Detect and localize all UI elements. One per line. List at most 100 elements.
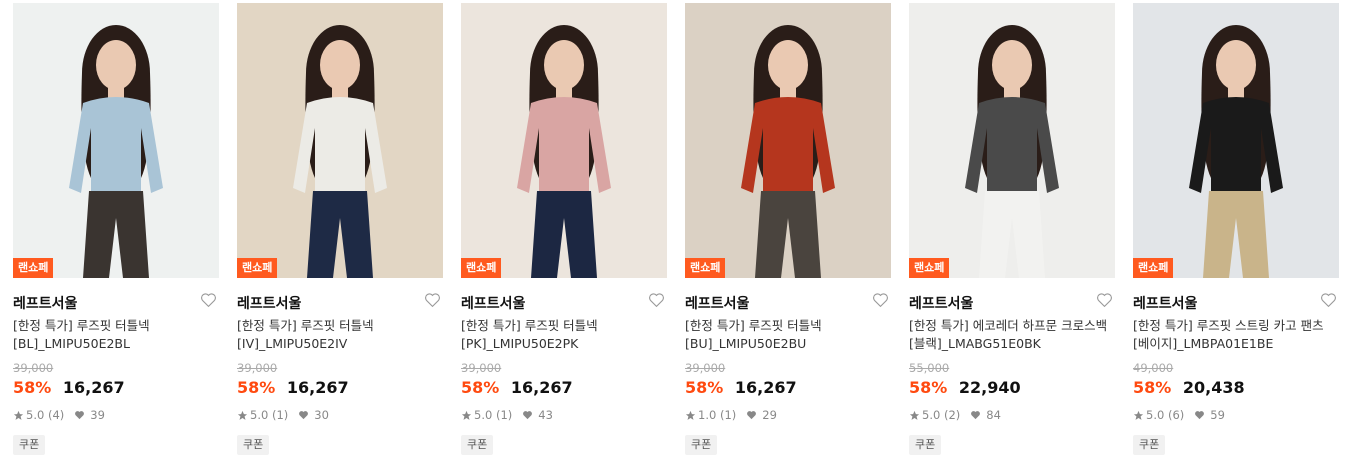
product-image[interactable]: 랜쇼페: [909, 3, 1115, 278]
product-card[interactable]: 랜쇼페 레프트서울 [한정 특가] 루즈핏 터틀넥 [BU]_LMIPU50E2…: [685, 3, 891, 463]
like-count: 39: [90, 408, 105, 422]
star-icon: [13, 410, 24, 420]
product-title-line2: [베이지]_LMBPA01E1BE: [1133, 336, 1274, 351]
sale-price: 16,267: [734, 378, 797, 397]
product-card[interactable]: 랜쇼페 레프트서울 [한정 특가] 루즈핏 터틀넥 [BL]_LMIPU50E2…: [13, 3, 219, 463]
like-count: 84: [986, 408, 1001, 422]
brand-name[interactable]: 레프트서울: [1133, 293, 1197, 313]
sale-price: 16,267: [62, 378, 125, 397]
sale-price-line: 58% 16,267: [685, 378, 797, 397]
wishlist-heart-icon[interactable]: [200, 292, 217, 308]
sale-price: 16,267: [510, 378, 573, 397]
brand-name[interactable]: 레프트서울: [909, 293, 973, 313]
brand-name[interactable]: 레프트서울: [685, 293, 749, 313]
product-meta: 1.0 (1) 29: [685, 408, 777, 422]
like-count: 59: [1210, 408, 1225, 422]
sale-price-line: 58% 22,940: [909, 378, 1021, 397]
review-count: (1): [719, 408, 737, 422]
original-price: 49,000: [1133, 361, 1174, 375]
model-photo: [685, 3, 891, 278]
wishlist-heart-icon[interactable]: [1096, 292, 1113, 308]
product-image[interactable]: 랜쇼페: [685, 3, 891, 278]
product-meta: 5.0 (4) 39: [13, 408, 105, 422]
original-price: 55,000: [909, 361, 950, 375]
wishlist-heart-icon[interactable]: [648, 292, 665, 308]
sale-price: 20,438: [1182, 378, 1245, 397]
star-icon: [909, 410, 920, 420]
review-count: (6): [1167, 408, 1185, 422]
rating-value: 5.0: [474, 408, 493, 422]
model-photo: [13, 3, 219, 278]
brand-name[interactable]: 레프트서울: [461, 293, 525, 313]
wishlist-heart-icon[interactable]: [872, 292, 889, 308]
product-title-line1: [한정 특가] 루즈핏 터틀넥: [685, 318, 822, 333]
product-title[interactable]: [한정 특가] 루즈핏 터틀넥 [PK]_LMIPU50E2PK: [461, 317, 667, 353]
product-meta: 5.0 (1) 43: [461, 408, 553, 422]
rating-value: 5.0: [26, 408, 45, 422]
brand-name[interactable]: 레프트서울: [237, 293, 301, 313]
brand-name[interactable]: 레프트서울: [13, 293, 77, 313]
product-meta: 5.0 (1) 30: [237, 408, 329, 422]
product-card[interactable]: 랜쇼페 레프트서울 [한정 특가] 루즈핏 터틀넥 [PK]_LMIPU50E2…: [461, 3, 667, 463]
review-count: (1): [271, 408, 289, 422]
product-title-line2: [IV]_LMIPU50E2IV: [237, 336, 348, 351]
heart-filled-icon: [971, 411, 981, 420]
rating-value: 5.0: [1146, 408, 1165, 422]
product-title[interactable]: [한정 특가] 루즈핏 스트링 카고 팬츠 [베이지]_LMBPA01E1BE: [1133, 317, 1339, 353]
model-photo: [461, 3, 667, 278]
star-icon: [237, 410, 248, 420]
original-price: 39,000: [685, 361, 726, 375]
model-photo: [909, 3, 1115, 278]
review-count: (2): [943, 408, 961, 422]
original-price: 39,000: [461, 361, 502, 375]
sale-price-line: 58% 16,267: [461, 378, 573, 397]
wishlist-heart-icon[interactable]: [424, 292, 441, 308]
sale-price: 22,940: [958, 378, 1021, 397]
product-image[interactable]: 랜쇼페: [1133, 3, 1339, 278]
discount-rate: 58%: [461, 378, 500, 397]
product-card[interactable]: 랜쇼페 레프트서울 [한정 특가] 루즈핏 스트링 카고 팬츠 [베이지]_LM…: [1133, 3, 1339, 463]
like-count: 43: [538, 408, 553, 422]
coupon-tag: 쿠폰: [909, 435, 942, 455]
product-meta: 5.0 (6) 59: [1133, 408, 1225, 422]
discount-rate: 58%: [1133, 378, 1172, 397]
rating-value: 5.0: [922, 408, 941, 422]
rating-value: 5.0: [250, 408, 269, 422]
product-title[interactable]: [한정 특가] 루즈핏 터틀넥 [IV]_LMIPU50E2IV: [237, 317, 443, 353]
wishlist-heart-icon[interactable]: [1320, 292, 1337, 308]
product-title[interactable]: [한정 특가] 에코레더 하프문 크로스백 [블랙]_LMABG51E0BK: [909, 317, 1115, 353]
product-title-line1: [한정 특가] 루즈핏 터틀넥: [237, 318, 374, 333]
coupon-tag: 쿠폰: [685, 435, 718, 455]
discount-rate: 58%: [13, 378, 52, 397]
rating-value: 1.0: [698, 408, 717, 422]
product-title-line2: [BU]_LMIPU50E2BU: [685, 336, 807, 351]
product-image[interactable]: 랜쇼페: [13, 3, 219, 278]
product-image[interactable]: 랜쇼페: [461, 3, 667, 278]
product-image[interactable]: 랜쇼페: [237, 3, 443, 278]
review-count: (1): [495, 408, 513, 422]
heart-filled-icon: [75, 411, 85, 420]
heart-filled-icon: [1195, 411, 1205, 420]
product-title-line1: [한정 특가] 루즈핏 터틀넥: [461, 318, 598, 333]
original-price: 39,000: [237, 361, 278, 375]
promo-badge: 랜쇼페: [237, 258, 278, 278]
heart-filled-icon: [523, 411, 533, 420]
promo-badge: 랜쇼페: [461, 258, 502, 278]
product-title[interactable]: [한정 특가] 루즈핏 터틀넥 [BU]_LMIPU50E2BU: [685, 317, 891, 353]
star-icon: [685, 410, 696, 420]
product-card[interactable]: 랜쇼페 레프트서울 [한정 특가] 루즈핏 터틀넥 [IV]_LMIPU50E2…: [237, 3, 443, 463]
discount-rate: 58%: [909, 378, 948, 397]
star-icon: [461, 410, 472, 420]
product-title[interactable]: [한정 특가] 루즈핏 터틀넥 [BL]_LMIPU50E2BL: [13, 317, 219, 353]
product-meta: 5.0 (2) 84: [909, 408, 1001, 422]
product-title-line1: [한정 특가] 에코레더 하프문 크로스백: [909, 318, 1108, 333]
promo-badge: 랜쇼페: [685, 258, 726, 278]
product-title-line2: [BL]_LMIPU50E2BL: [13, 336, 130, 351]
heart-filled-icon: [299, 411, 309, 420]
sale-price-line: 58% 16,267: [13, 378, 125, 397]
product-card[interactable]: 랜쇼페 레프트서울 [한정 특가] 에코레더 하프문 크로스백 [블랙]_LMA…: [909, 3, 1115, 463]
sale-price: 16,267: [286, 378, 349, 397]
coupon-tag: 쿠폰: [1133, 435, 1166, 455]
product-grid: 랜쇼페 레프트서울 [한정 특가] 루즈핏 터틀넥 [BL]_LMIPU50E2…: [13, 3, 1343, 463]
sale-price-line: 58% 20,438: [1133, 378, 1245, 397]
